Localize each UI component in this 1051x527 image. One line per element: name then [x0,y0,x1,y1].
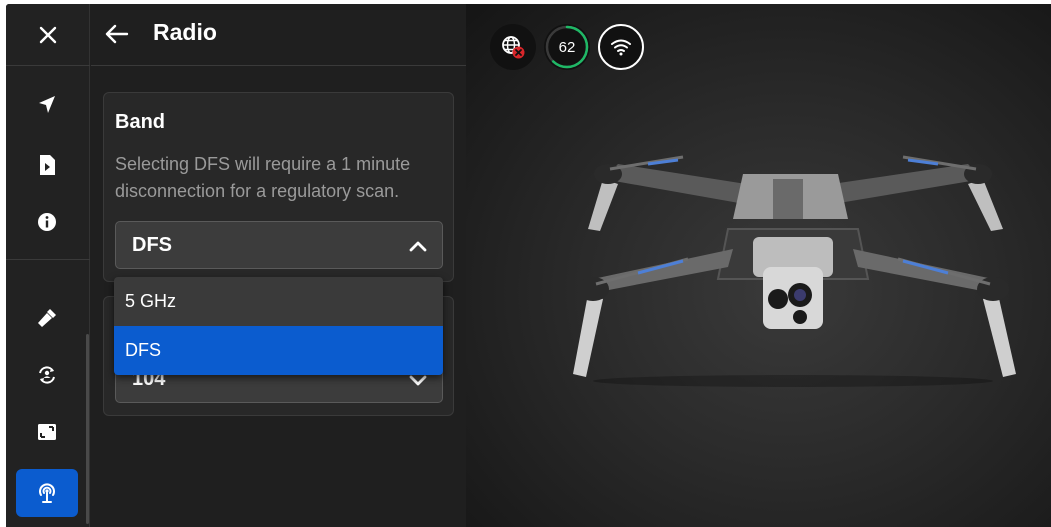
band-select[interactable]: DFS [115,221,443,269]
navigation-arrow-icon [39,96,55,113]
globe-error-icon [502,36,525,59]
battery-percent: 62 [558,38,576,56]
navigation-button[interactable] [16,81,78,129]
band-select-value: DFS [132,234,172,256]
aspect-ratio-icon [38,424,56,440]
aspect-ratio-button[interactable] [16,408,78,456]
rail-scrollbar[interactable] [86,334,89,524]
wifi-icon [611,39,631,56]
band-dropdown-menu: 5 GHz DFS [114,277,443,375]
radio-button[interactable] [16,469,78,517]
flight-log-button[interactable] [16,141,78,189]
status-indicators: 62 [490,24,644,72]
info-icon [38,213,56,231]
wifi-status[interactable] [598,24,644,70]
rail-divider [6,259,90,260]
back-button[interactable] [97,14,137,54]
flashlight-icon [38,309,56,327]
battery-indicator[interactable]: 62 [544,24,590,70]
drone-viewer: 62 [466,4,1051,527]
connectivity-status[interactable] [490,24,536,70]
drone-image [573,155,1016,387]
settings-panel: Radio Band Selecting DFS will require a … [91,4,466,527]
band-card: Band Selecting DFS will require a 1 minu… [103,92,454,282]
chevron-up-icon [409,241,427,252]
info-button[interactable] [16,198,78,246]
band-option-dfs[interactable]: DFS [114,326,443,375]
band-description: Selecting DFS will require a 1 minute di… [115,154,411,201]
app-window: Radio Band Selecting DFS will require a … [6,4,1051,527]
arrow-left-icon [105,24,129,44]
radio-antenna-icon [39,483,55,503]
icon-rail [6,4,90,527]
flight-log-icon [40,155,55,175]
sync-button[interactable] [16,351,78,399]
panel-header: Radio [91,4,466,66]
close-icon [39,26,57,43]
page-title: Radio [153,19,217,45]
flashlight-button[interactable] [16,294,78,342]
close-button[interactable] [6,4,90,66]
band-title: Band [115,111,165,133]
band-option-5ghz[interactable]: 5 GHz [114,277,443,326]
sync-icon [39,366,55,384]
